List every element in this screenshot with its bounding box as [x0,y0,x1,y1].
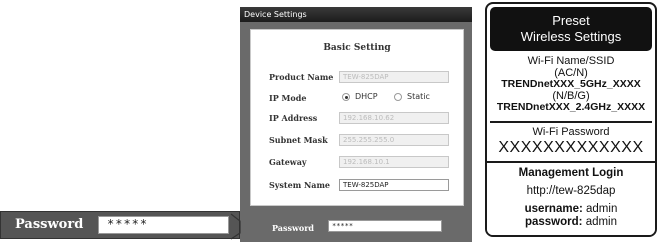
subnet-mask-label: Subnet Mask [269,135,328,145]
zoom-password-input: ***** [98,216,229,234]
ssid-24ghz: TRENDnetXXX_2.4GHz_XXXX [496,101,646,113]
panel-title: Device Settings [240,7,472,22]
dhcp-radio-label[interactable]: DHCP [355,92,378,101]
gateway-label: Gateway [269,157,307,167]
preset-wireless-sticker: Preset Wireless Settings Wi-Fi Name/SSID… [485,2,657,237]
management-url: http://tew-825dap [526,185,616,197]
product-name-field: TEW-825DAP [339,71,449,83]
password-line: password: admin [524,216,618,228]
zoom-password-label: Password [15,217,84,232]
system-name-row: System Name TEW-825DAP [269,179,459,193]
wifi-password-value: XXXXXXXXXXXXX [498,139,644,156]
callout-connector [230,213,241,240]
basic-setting-card: Basic Setting Product Name TEW-825DAP IP… [250,29,464,206]
basic-setting-heading: Basic Setting [323,43,391,53]
static-radio[interactable] [394,93,402,101]
system-name-label: System Name [269,180,331,190]
ssid-5ghz: TRENDnetXXX_5GHz_XXXX [501,78,641,90]
static-radio-label[interactable]: Static [407,92,430,101]
wifi-password-section: Wi-Fi Password XXXXXXXXXXXXX [490,121,652,159]
password-zoom-callout: Password ***** [0,211,240,239]
sticker-title-line1: Preset [552,13,590,28]
wifi-password-title: Wi-Fi Password [532,126,610,138]
device-settings-panel: Device Settings Basic Setting Product Na… [240,7,472,242]
dhcp-radio[interactable] [342,93,350,101]
sticker-title-line2: Wireless Settings [520,29,622,44]
gateway-field: 192.168.10.1 [339,156,449,168]
subnet-mask-row: Subnet Mask 255.255.255.0 [269,134,459,148]
password-label: Password [272,223,315,233]
product-name-row: Product Name TEW-825DAP [269,71,459,85]
ssid-title: Wi-Fi Name/SSID [527,55,615,67]
management-login-section: Management Login http://tew-825dap usern… [487,161,655,235]
gateway-row: Gateway 192.168.10.1 [269,156,459,170]
product-name-label: Product Name [269,72,334,82]
ip-address-field: 192.168.10.62 [339,112,449,124]
ip-mode-label: IP Mode [269,93,307,103]
subnet-mask-field: 255.255.255.0 [339,134,449,146]
ssid-section: Wi-Fi Name/SSID (AC/N) TRENDnetXXX_5GHz_… [487,55,655,114]
ip-mode-row: IP Mode DHCP Static [269,92,459,106]
system-name-input[interactable]: TEW-825DAP [339,179,449,191]
username-line: username: admin [524,203,618,215]
password-input[interactable]: ***** [328,220,442,232]
management-credentials: username: admin password: admin [487,203,655,229]
sticker-header: Preset Wireless Settings [490,7,652,51]
management-title: Management Login [518,167,624,179]
ip-address-row: IP Address 192.168.10.62 [269,112,459,126]
ip-address-label: IP Address [269,113,318,123]
